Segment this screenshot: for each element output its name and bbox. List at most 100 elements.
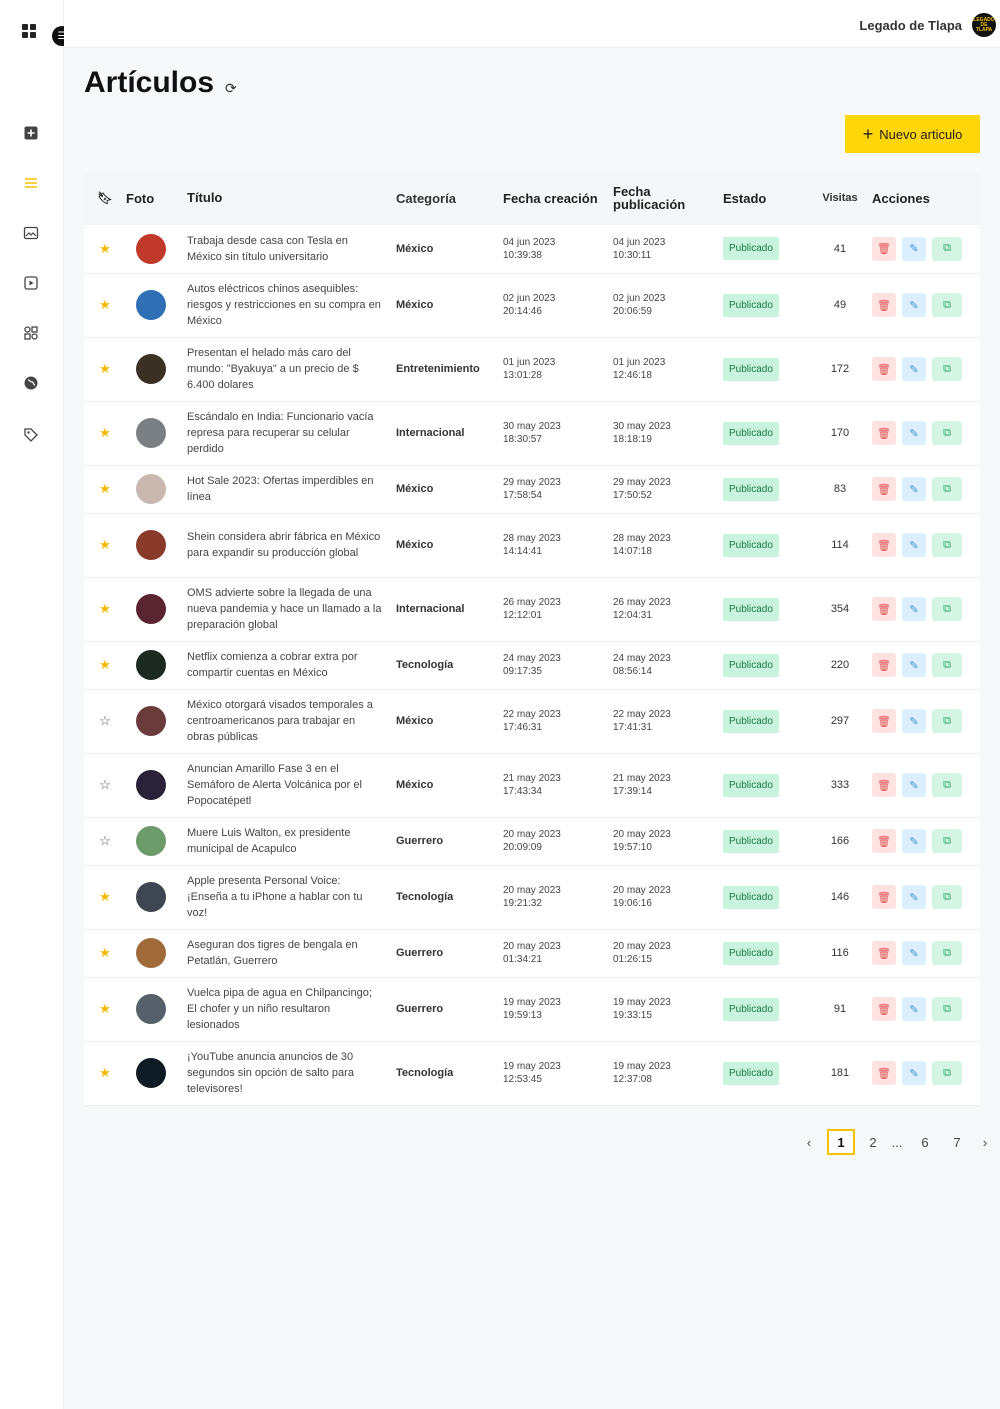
edit-icon[interactable]: ✎ bbox=[902, 533, 926, 557]
star-outline-icon[interactable]: ☆ bbox=[99, 777, 111, 792]
delete-icon[interactable]: 🗑︎ bbox=[872, 533, 896, 557]
star-outline-icon[interactable]: ☆ bbox=[99, 833, 111, 848]
brand-logo[interactable]: LEGADO DE TLAPA bbox=[972, 13, 996, 37]
delete-icon[interactable]: 🗑︎ bbox=[872, 941, 896, 965]
star-outline-icon[interactable]: ☆ bbox=[99, 713, 111, 728]
external-link-icon[interactable]: ⧉ bbox=[932, 653, 962, 677]
star-filled-icon[interactable]: ★ bbox=[99, 657, 111, 672]
visits-count: 333 bbox=[808, 753, 872, 818]
status-badge: Publicado bbox=[723, 421, 779, 445]
external-link-icon[interactable]: ⧉ bbox=[932, 1061, 962, 1085]
external-link-icon[interactable]: ⧉ bbox=[932, 829, 962, 853]
prev-page-button[interactable]: ‹ bbox=[795, 1129, 823, 1155]
delete-icon[interactable]: 🗑︎ bbox=[872, 597, 896, 621]
delete-icon[interactable]: 🗑︎ bbox=[872, 829, 896, 853]
delete-icon[interactable]: 🗑︎ bbox=[872, 477, 896, 501]
photo-cell bbox=[126, 929, 187, 978]
external-link-icon[interactable]: ⧉ bbox=[932, 357, 962, 381]
delete-icon[interactable]: 🗑︎ bbox=[872, 421, 896, 445]
edit-icon[interactable]: ✎ bbox=[902, 236, 926, 261]
image-gallery-icon[interactable] bbox=[22, 224, 40, 242]
published-date-cell: 19 may 2023 12:37:08 bbox=[613, 1041, 723, 1106]
star-filled-icon[interactable]: ★ bbox=[99, 241, 111, 256]
external-link-icon[interactable]: ⧉ bbox=[932, 709, 962, 733]
created-date-cell: 04 jun 2023 10:39:38 bbox=[503, 225, 613, 274]
edit-icon[interactable]: ✎ bbox=[902, 421, 926, 445]
delete-icon[interactable]: 🗑︎ bbox=[872, 885, 896, 909]
delete-icon[interactable]: 🗑︎ bbox=[872, 236, 896, 261]
photo-cell bbox=[126, 753, 187, 818]
edit-icon[interactable]: ✎ bbox=[902, 477, 926, 501]
tag-icon[interactable] bbox=[22, 426, 40, 444]
video-icon[interactable] bbox=[22, 274, 40, 292]
external-link-icon[interactable]: ⧉ bbox=[932, 477, 962, 501]
external-link-icon[interactable]: ⧉ bbox=[932, 885, 962, 909]
delete-icon[interactable]: 🗑︎ bbox=[872, 773, 896, 797]
external-link-icon[interactable]: ⧉ bbox=[932, 421, 962, 445]
star-filled-icon[interactable]: ★ bbox=[99, 945, 111, 960]
edit-icon[interactable]: ✎ bbox=[902, 997, 926, 1021]
visits-count: 91 bbox=[808, 977, 872, 1042]
edit-icon[interactable]: ✎ bbox=[902, 829, 926, 853]
external-link-icon[interactable]: ⧉ bbox=[932, 533, 962, 557]
created-time: 20:09:09 bbox=[503, 842, 542, 853]
published-time: 10:30:11 bbox=[613, 249, 652, 261]
edit-icon[interactable]: ✎ bbox=[902, 709, 926, 733]
star-filled-icon[interactable]: ★ bbox=[99, 889, 111, 904]
star-filled-icon[interactable]: ★ bbox=[99, 361, 111, 376]
star-filled-icon[interactable]: ★ bbox=[99, 537, 111, 552]
star-filled-icon[interactable]: ★ bbox=[99, 297, 111, 312]
star-filled-icon[interactable]: ★ bbox=[99, 1065, 111, 1080]
edit-icon[interactable]: ✎ bbox=[902, 773, 926, 797]
edit-icon[interactable]: ✎ bbox=[902, 653, 926, 677]
add-article-icon[interactable] bbox=[22, 124, 40, 142]
edit-icon[interactable]: ✎ bbox=[902, 357, 926, 381]
article-thumbnail bbox=[136, 474, 166, 504]
delete-icon[interactable]: 🗑︎ bbox=[872, 293, 896, 317]
star-filled-icon[interactable]: ★ bbox=[99, 481, 111, 496]
created-time: 01:34:21 bbox=[503, 954, 542, 965]
star-filled-icon[interactable]: ★ bbox=[99, 601, 111, 616]
status-badge: Publicado bbox=[723, 941, 779, 965]
created-date-cell: 29 may 2023 17:58:54 bbox=[503, 465, 613, 514]
sidebar-header bbox=[22, 24, 36, 38]
external-link-icon[interactable]: ⧉ bbox=[932, 773, 962, 797]
edit-icon[interactable]: ✎ bbox=[902, 885, 926, 909]
delete-icon[interactable]: 🗑︎ bbox=[872, 357, 896, 381]
refresh-icon[interactable]: ⟳ bbox=[225, 80, 237, 97]
categories-icon[interactable] bbox=[22, 324, 40, 342]
published-date-cell: 30 may 2023 18:18:19 bbox=[613, 401, 723, 466]
edit-icon[interactable]: ✎ bbox=[902, 941, 926, 965]
created-date-cell: 24 may 2023 09:17:35 bbox=[503, 641, 613, 690]
edit-icon[interactable]: ✎ bbox=[902, 1061, 926, 1085]
table-row: ★ Apple presenta Personal Voice: ¡Enseña … bbox=[84, 865, 980, 930]
external-link-icon[interactable]: ⧉ bbox=[932, 293, 962, 317]
published-date-cell: 29 may 2023 17:50:52 bbox=[613, 465, 723, 514]
next-page-button[interactable]: › bbox=[971, 1129, 999, 1155]
article-thumbnail bbox=[136, 650, 166, 680]
star-filled-icon[interactable]: ★ bbox=[99, 425, 111, 440]
external-link-icon[interactable]: ⧉ bbox=[932, 597, 962, 621]
page-button-current[interactable]: 1 bbox=[827, 1129, 855, 1155]
world-icon[interactable] bbox=[22, 374, 40, 392]
delete-icon[interactable]: 🗑︎ bbox=[872, 1061, 896, 1085]
edit-icon[interactable]: ✎ bbox=[902, 597, 926, 621]
delete-icon[interactable]: 🗑︎ bbox=[872, 709, 896, 733]
delete-icon[interactable]: 🗑︎ bbox=[872, 997, 896, 1021]
page-button[interactable]: 2 bbox=[859, 1129, 887, 1155]
column-header: Estado bbox=[723, 190, 767, 206]
page-button[interactable]: 7 bbox=[943, 1129, 971, 1155]
new-article-button[interactable]: + Nuevo articulo bbox=[845, 115, 980, 153]
edit-icon[interactable]: ✎ bbox=[902, 293, 926, 317]
articles-list-icon[interactable] bbox=[22, 174, 40, 192]
external-link-icon[interactable]: ⧉ bbox=[932, 236, 962, 261]
external-link-icon[interactable]: ⧉ bbox=[932, 997, 962, 1021]
actions-cell: 🗑︎ ✎ ⧉ bbox=[872, 865, 980, 930]
star-filled-icon[interactable]: ★ bbox=[99, 1001, 111, 1016]
delete-icon[interactable]: 🗑︎ bbox=[872, 653, 896, 677]
external-link-icon[interactable]: ⧉ bbox=[932, 941, 962, 965]
published-date: 02 jun 2023 bbox=[613, 293, 666, 304]
grid-icon[interactable] bbox=[22, 24, 36, 38]
page-button[interactable]: 6 bbox=[911, 1129, 939, 1155]
table-row: ☆ Muere Luis Walton, ex presidente munici… bbox=[84, 817, 980, 866]
